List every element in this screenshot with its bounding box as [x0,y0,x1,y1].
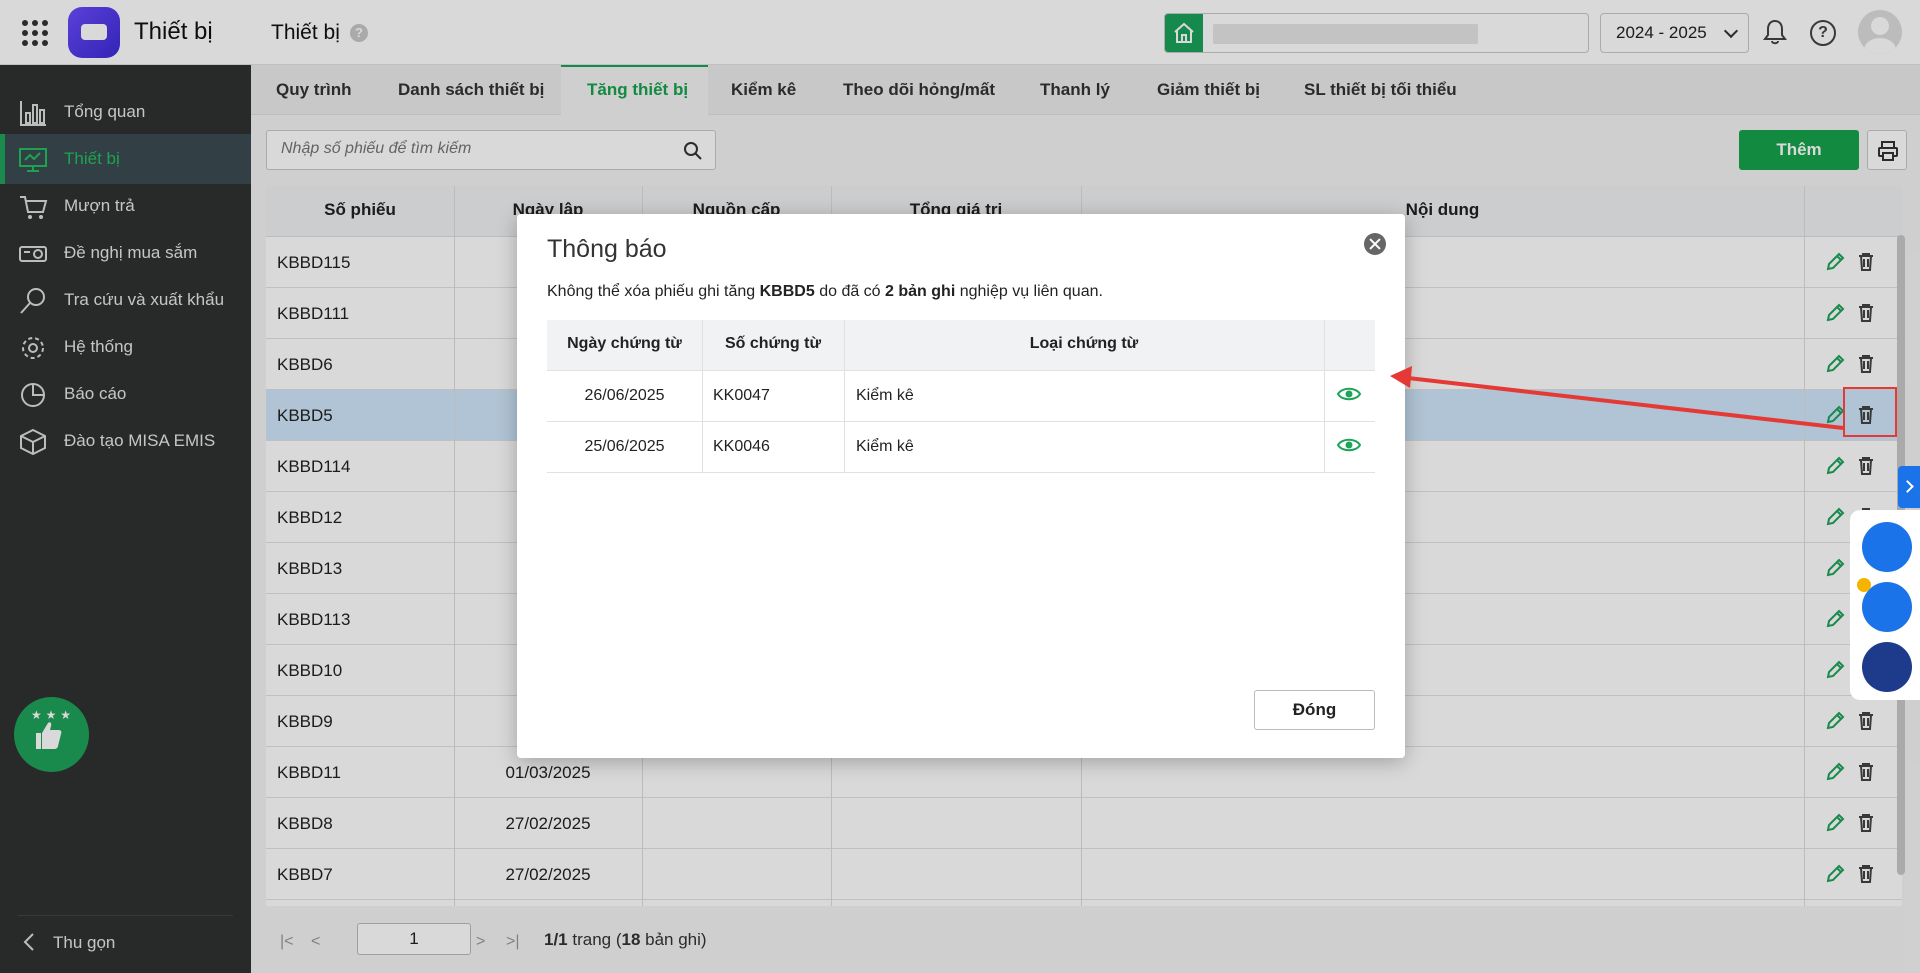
dialog-table-header: Ngày chứng từ Số chứng từ Loại chứng từ [547,320,1375,371]
doc-number: KK0047 [713,387,770,404]
doc-date: 26/06/2025 [584,387,665,404]
col-header-so-chung-tu: Số chứng từ [724,335,822,352]
view-icon[interactable] [1336,384,1362,404]
side-panel-toggle[interactable] [1898,466,1920,508]
message-count: 2 bản ghi [885,283,956,300]
close-icon[interactable] [1364,233,1386,255]
highlight-box [1843,387,1897,437]
view-icon[interactable] [1336,435,1362,455]
message-part: do đã có [814,283,886,300]
column-divider [702,320,703,473]
community-icon[interactable] [1862,582,1912,632]
col-header-loai-chung-tu: Loại chứng từ [1029,335,1139,352]
message-part: Không thể xóa phiếu ghi tăng [547,283,760,300]
assistant-bot-icon[interactable] [1862,642,1912,692]
announcement-icon[interactable] [1862,522,1912,572]
close-button[interactable]: Đóng [1254,690,1375,730]
related-documents-table: Ngày chứng từ Số chứng từ Loại chứng từ … [547,320,1375,473]
message-part: nghiệp vụ liên quan. [955,283,1103,300]
notification-dot [1857,578,1871,592]
doc-type: Kiểm kê [856,438,914,455]
doc-number: KK0046 [713,438,770,455]
dialog-table-row: 26/06/2025 KK0047 Kiểm kê [547,371,1375,422]
column-divider [1324,320,1325,473]
col-header-ngay-chung-tu: Ngày chứng từ [567,335,682,352]
doc-date: 25/06/2025 [584,438,665,455]
column-divider [844,320,845,473]
message-code: KBBD5 [759,283,815,300]
floating-widget-panel [1850,510,1920,700]
dialog-message: Không thể xóa phiếu ghi tăng KBBD5 do đã… [547,283,1103,301]
dialog-table-row: 25/06/2025 KK0046 Kiểm kê [547,422,1375,473]
notification-dialog: Thông báo Không thể xóa phiếu ghi tăng K… [517,214,1405,758]
doc-type: Kiểm kê [856,387,914,404]
dialog-title: Thông báo [547,235,667,263]
